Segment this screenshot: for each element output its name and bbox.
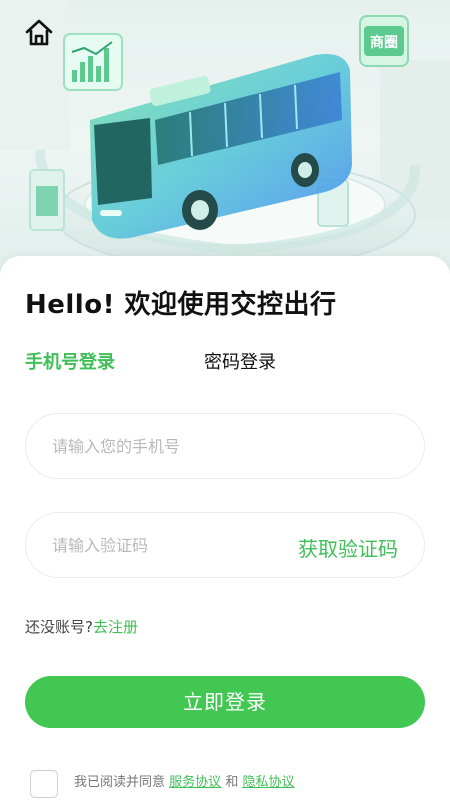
login-card: Hello! 欢迎使用交控出行 手机号登录 密码登录 获取验证码 还没账号?去注… (0, 256, 450, 800)
bus-illustration: 商圈 (0, 0, 450, 271)
phone-input[interactable] (52, 414, 292, 478)
tab-phone-login-label: 手机号登录 (25, 352, 115, 373)
get-code-button[interactable]: 获取验证码 (298, 533, 398, 562)
register-prompt: 还没账号? (25, 618, 93, 636)
welcome-title: Hello! 欢迎使用交控出行 (25, 290, 337, 320)
sign-text: 商圈 (370, 34, 398, 51)
hero-illustration: 商圈 (0, 0, 450, 290)
home-icon (25, 19, 53, 46)
agreement-prefix: 我已阅读并同意 (74, 775, 166, 790)
tab-phone-login[interactable]: 手机号登录 (25, 348, 115, 374)
login-button[interactable]: 立即登录 (25, 676, 425, 728)
agreement-checkbox[interactable] (30, 770, 58, 798)
chart-screen-icon (63, 33, 123, 91)
register-link[interactable]: 去注册 (93, 618, 138, 636)
register-row: 还没账号?去注册 (25, 616, 138, 637)
tab-password-login[interactable]: 密码登录 (204, 348, 276, 374)
phone-field (25, 413, 425, 479)
service-agreement-link[interactable]: 服务协议 (169, 775, 221, 790)
privacy-agreement-link[interactable]: 隐私协议 (242, 775, 294, 790)
home-button[interactable] (22, 16, 56, 50)
code-field: 获取验证码 (25, 512, 425, 578)
agreement-and: 和 (225, 775, 239, 790)
agreement-text: 我已阅读并同意 服务协议 和 隐私协议 (74, 771, 294, 790)
code-input[interactable] (52, 513, 292, 577)
